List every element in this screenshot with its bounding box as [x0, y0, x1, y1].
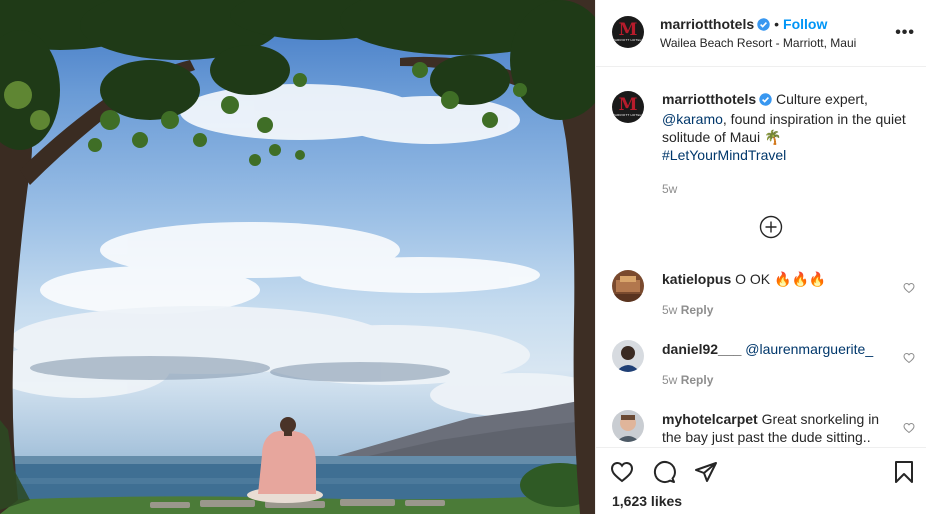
separator-dot: •	[774, 16, 780, 32]
comment-username[interactable]: daniel92___	[662, 341, 741, 357]
post-side-panel: M MARRIOTT HOTELS marriotthotels • Follow …	[595, 0, 926, 514]
header-username[interactable]: marriotthotels	[660, 16, 754, 32]
heart-icon[interactable]	[903, 281, 915, 294]
comment-avatar[interactable]	[612, 410, 644, 442]
verified-badge-icon	[759, 92, 772, 110]
logo-subtext: MARRIOTT HOTELS	[612, 113, 644, 117]
heart-icon[interactable]	[903, 351, 915, 364]
comment-age[interactable]: 5w	[662, 373, 677, 387]
reply-button[interactable]: Reply	[681, 303, 714, 317]
caption-age[interactable]: 5w	[662, 180, 926, 198]
caption-body: Culture expert,	[776, 91, 868, 107]
marriott-logo: M	[618, 19, 638, 40]
mention-link[interactable]: @laurenmarguerite_	[745, 341, 873, 357]
photo-scene	[0, 0, 595, 514]
instagram-post-view: M MARRIOTT HOTELS marriotthotels • Follow …	[0, 0, 926, 514]
location-link[interactable]: Wailea Beach Resort - Marriott, Maui	[660, 35, 856, 52]
comment-body: katielopus O OK 🔥🔥🔥	[662, 270, 902, 288]
bookmark-icon[interactable]	[892, 460, 916, 484]
caption-text: marriotthotels Culture expert, @karamo, …	[662, 90, 926, 198]
logo-subtext: MARRIOTT HOTELS	[612, 38, 644, 42]
comment-meta: 5w Reply	[662, 373, 713, 387]
caption-avatar[interactable]: M MARRIOTT HOTELS	[612, 91, 644, 123]
plus-circle-icon[interactable]	[759, 215, 783, 239]
comment-age[interactable]: 5w	[662, 303, 677, 317]
comment-body: daniel92___ @laurenmarguerite_	[662, 340, 902, 358]
heart-icon[interactable]	[610, 460, 634, 484]
comment-avatar[interactable]	[612, 340, 644, 372]
heart-icon[interactable]	[903, 421, 915, 434]
likes-count[interactable]: 1,623 likes	[612, 493, 682, 509]
post-photo[interactable]	[0, 0, 595, 514]
more-options-icon[interactable]: •••	[895, 24, 915, 42]
comments-scroll[interactable]: M MARRIOTT HOTELS marriotthotels Culture…	[596, 67, 926, 447]
marriott-logo: M	[618, 94, 638, 115]
avatar[interactable]: M MARRIOTT HOTELS	[612, 16, 644, 48]
comment-meta: 5w Reply	[662, 303, 713, 317]
verified-badge-icon	[757, 18, 770, 35]
comment-bubble-icon[interactable]	[652, 460, 676, 484]
comment-username[interactable]: myhotelcarpet	[662, 411, 758, 427]
comment-body: myhotelcarpet Great snorkeling in the ba…	[662, 410, 902, 446]
comment-avatar[interactable]	[612, 270, 644, 302]
comment-text: O OK 🔥🔥🔥	[735, 271, 827, 287]
paper-plane-icon[interactable]	[694, 460, 718, 484]
post-header: M MARRIOTT HOTELS marriotthotels • Follow …	[596, 0, 926, 67]
post-actions: 1,623 likes	[596, 447, 926, 514]
caption-username[interactable]: marriotthotels	[662, 91, 756, 107]
follow-button[interactable]: Follow	[783, 16, 827, 32]
hashtag-link[interactable]: #LetYourMindTravel	[662, 147, 786, 163]
header-text: marriotthotels • Follow Wailea Beach Resor…	[660, 16, 856, 52]
reply-button[interactable]: Reply	[681, 373, 714, 387]
mention-link[interactable]: @karamo	[662, 111, 723, 127]
comment-username[interactable]: katielopus	[662, 271, 731, 287]
